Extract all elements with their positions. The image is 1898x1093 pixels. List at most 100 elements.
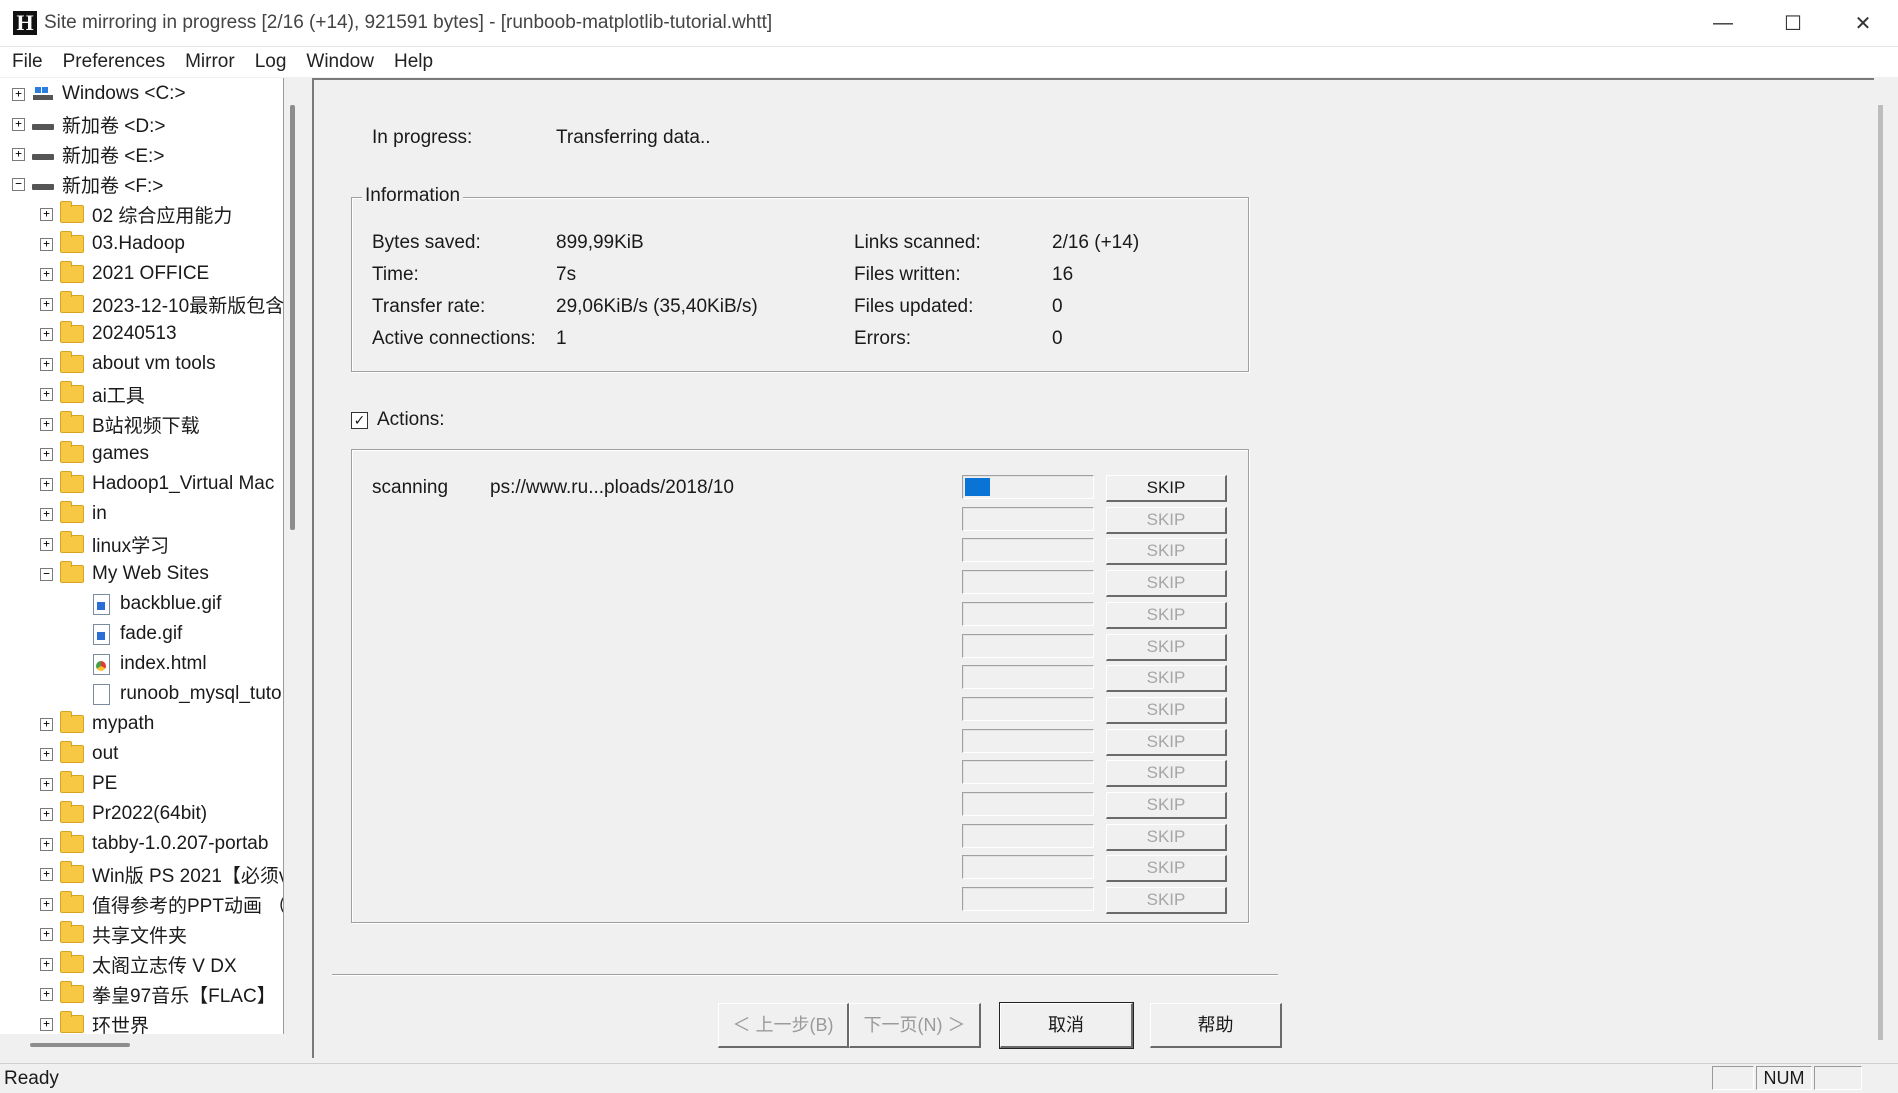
expand-icon[interactable]: +: [40, 868, 53, 881]
tree-item[interactable]: + 新加卷 <D:>: [12, 110, 165, 138]
tree-item[interactable]: + 共享文件夹: [40, 920, 187, 948]
expand-icon[interactable]: +: [40, 718, 53, 731]
menu-preferences[interactable]: Preferences: [51, 51, 173, 73]
tree-item[interactable]: +2023-12-10最新版包含: [40, 290, 283, 318]
tree-item[interactable]: + games: [40, 440, 149, 468]
cancel-button[interactable]: 取消: [999, 1002, 1134, 1049]
expand-icon[interactable]: +: [40, 478, 53, 491]
expand-icon[interactable]: +: [40, 358, 53, 371]
menu-file[interactable]: File: [0, 51, 51, 73]
tree-item[interactable]: + in: [40, 500, 107, 528]
skip-button[interactable]: SKIP: [1106, 634, 1227, 661]
next-button[interactable]: 下一页(N) ＞: [849, 1003, 981, 1048]
menu-log[interactable]: Log: [243, 51, 295, 73]
tree-item[interactable]: + B站视频下载: [40, 410, 200, 438]
tree-item[interactable]: + linux学习: [40, 530, 169, 558]
menu-window[interactable]: Window: [294, 51, 382, 73]
expand-icon[interactable]: +: [40, 988, 53, 1001]
skip-button[interactable]: SKIP: [1106, 824, 1227, 851]
expand-icon[interactable]: +: [40, 208, 53, 221]
skip-button[interactable]: SKIP: [1106, 729, 1227, 756]
tree-item[interactable]: + tabby-1.0.207-portab: [40, 830, 268, 858]
help-button[interactable]: 帮助: [1150, 1003, 1282, 1048]
httrack-app-icon[interactable]: H: [13, 11, 37, 35]
skip-button[interactable]: SKIP: [1106, 538, 1227, 565]
folder-icon: [60, 351, 84, 373]
tree-item[interactable]: +2021 OFFICE: [40, 260, 209, 288]
tree-item[interactable]: + mypath: [40, 710, 154, 738]
tree-item[interactable]: + ai工具: [40, 380, 145, 408]
tree-item[interactable]: + 新加卷 <E:>: [12, 140, 164, 168]
menu-help[interactable]: Help: [382, 51, 441, 73]
tree-item[interactable]: − My Web Sites: [40, 560, 209, 588]
skip-button[interactable]: SKIP: [1106, 855, 1227, 882]
tree-item[interactable]: + Hadoop1_Virtual Mac: [40, 470, 274, 498]
expand-icon[interactable]: +: [40, 538, 53, 551]
close-button[interactable]: ✕: [1828, 0, 1898, 46]
expand-icon[interactable]: +: [40, 748, 53, 761]
tree-item[interactable]: + 太阁立志传 V DX: [40, 950, 237, 978]
files-updated-label: Files updated:: [854, 296, 974, 317]
skip-button[interactable]: SKIP: [1106, 475, 1227, 502]
collapse-icon[interactable]: −: [12, 178, 25, 191]
skip-button[interactable]: SKIP: [1106, 760, 1227, 787]
expand-icon[interactable]: +: [40, 328, 53, 341]
expand-icon[interactable]: +: [12, 148, 25, 161]
tree-item[interactable]: + Windows <C:>: [12, 80, 186, 108]
tree-item[interactable]: + Win版 PS 2021【必须v: [40, 860, 283, 888]
expand-icon[interactable]: +: [12, 88, 25, 101]
expand-icon[interactable]: +: [40, 238, 53, 251]
tree-item[interactable]: index.html: [90, 650, 207, 678]
expand-icon[interactable]: +: [12, 118, 25, 131]
expand-icon[interactable]: +: [40, 778, 53, 791]
menu-mirror[interactable]: Mirror: [173, 51, 243, 73]
expand-icon[interactable]: +: [40, 838, 53, 851]
skip-button[interactable]: SKIP: [1106, 887, 1227, 914]
tree-item[interactable]: + Pr2022(64bit): [40, 800, 207, 828]
maximize-button[interactable]: ☐: [1758, 0, 1828, 46]
tree-item-label: 太阁立志传 V DX: [92, 955, 237, 977]
skip-button[interactable]: SKIP: [1106, 507, 1227, 534]
skip-button[interactable]: SKIP: [1106, 570, 1227, 597]
skip-button[interactable]: SKIP: [1106, 792, 1227, 819]
expand-icon[interactable]: +: [40, 448, 53, 461]
tree-item[interactable]: +20240513: [40, 320, 177, 348]
tree-item[interactable]: fade.gif: [90, 620, 182, 648]
tree-item[interactable]: + about vm tools: [40, 350, 216, 378]
tree-item[interactable]: + 值得参考的PPT动画 （5: [40, 890, 283, 918]
main-scrollbar[interactable]: [1878, 105, 1883, 1040]
tree-horizontal-scrollbar[interactable]: [30, 1043, 130, 1047]
tree-item[interactable]: + 环世界: [40, 1010, 149, 1034]
expand-icon[interactable]: +: [40, 808, 53, 821]
tree-item[interactable]: + PE: [40, 770, 117, 798]
expand-icon[interactable]: +: [40, 508, 53, 521]
expand-icon[interactable]: +: [40, 1018, 53, 1031]
skip-button[interactable]: SKIP: [1106, 697, 1227, 724]
tree-vertical-scrollbar[interactable]: [290, 105, 295, 530]
expand-icon[interactable]: +: [40, 268, 53, 281]
minimize-button[interactable]: —: [1688, 0, 1758, 46]
skip-button[interactable]: SKIP: [1106, 602, 1227, 629]
expand-icon[interactable]: +: [40, 418, 53, 431]
tree-item[interactable]: − 新加卷 <F:>: [12, 170, 163, 198]
tree-item-label: My Web Sites: [92, 563, 209, 584]
back-button[interactable]: ＜ 上一步(B): [718, 1003, 849, 1048]
actions-checkbox[interactable]: ✓: [351, 412, 368, 429]
folder-icon: [60, 801, 84, 823]
expand-icon[interactable]: +: [40, 898, 53, 911]
expand-icon[interactable]: +: [40, 928, 53, 941]
tree-item[interactable]: backblue.gif: [90, 590, 221, 618]
expand-icon[interactable]: +: [40, 298, 53, 311]
skip-button[interactable]: SKIP: [1106, 665, 1227, 692]
expand-icon[interactable]: +: [40, 388, 53, 401]
collapse-icon[interactable]: −: [40, 568, 53, 581]
expand-icon[interactable]: +: [40, 958, 53, 971]
tree-item[interactable]: runoob_mysql_tuto: [90, 680, 282, 708]
folder-icon: [60, 921, 84, 943]
tree-item[interactable]: + 拳皇97音乐【FLAC】: [40, 980, 276, 1008]
folder-tree[interactable]: + Windows <C:> + 新加卷 <D:> + 新加卷 <E:> − 新加卷 <F:>…: [0, 78, 284, 1034]
tree-item-label: fade.gif: [120, 623, 183, 644]
tree-item[interactable]: +03.Hadoop: [40, 230, 185, 258]
tree-item[interactable]: + out: [40, 740, 118, 768]
tree-item[interactable]: +02 综合应用能力: [40, 200, 232, 228]
